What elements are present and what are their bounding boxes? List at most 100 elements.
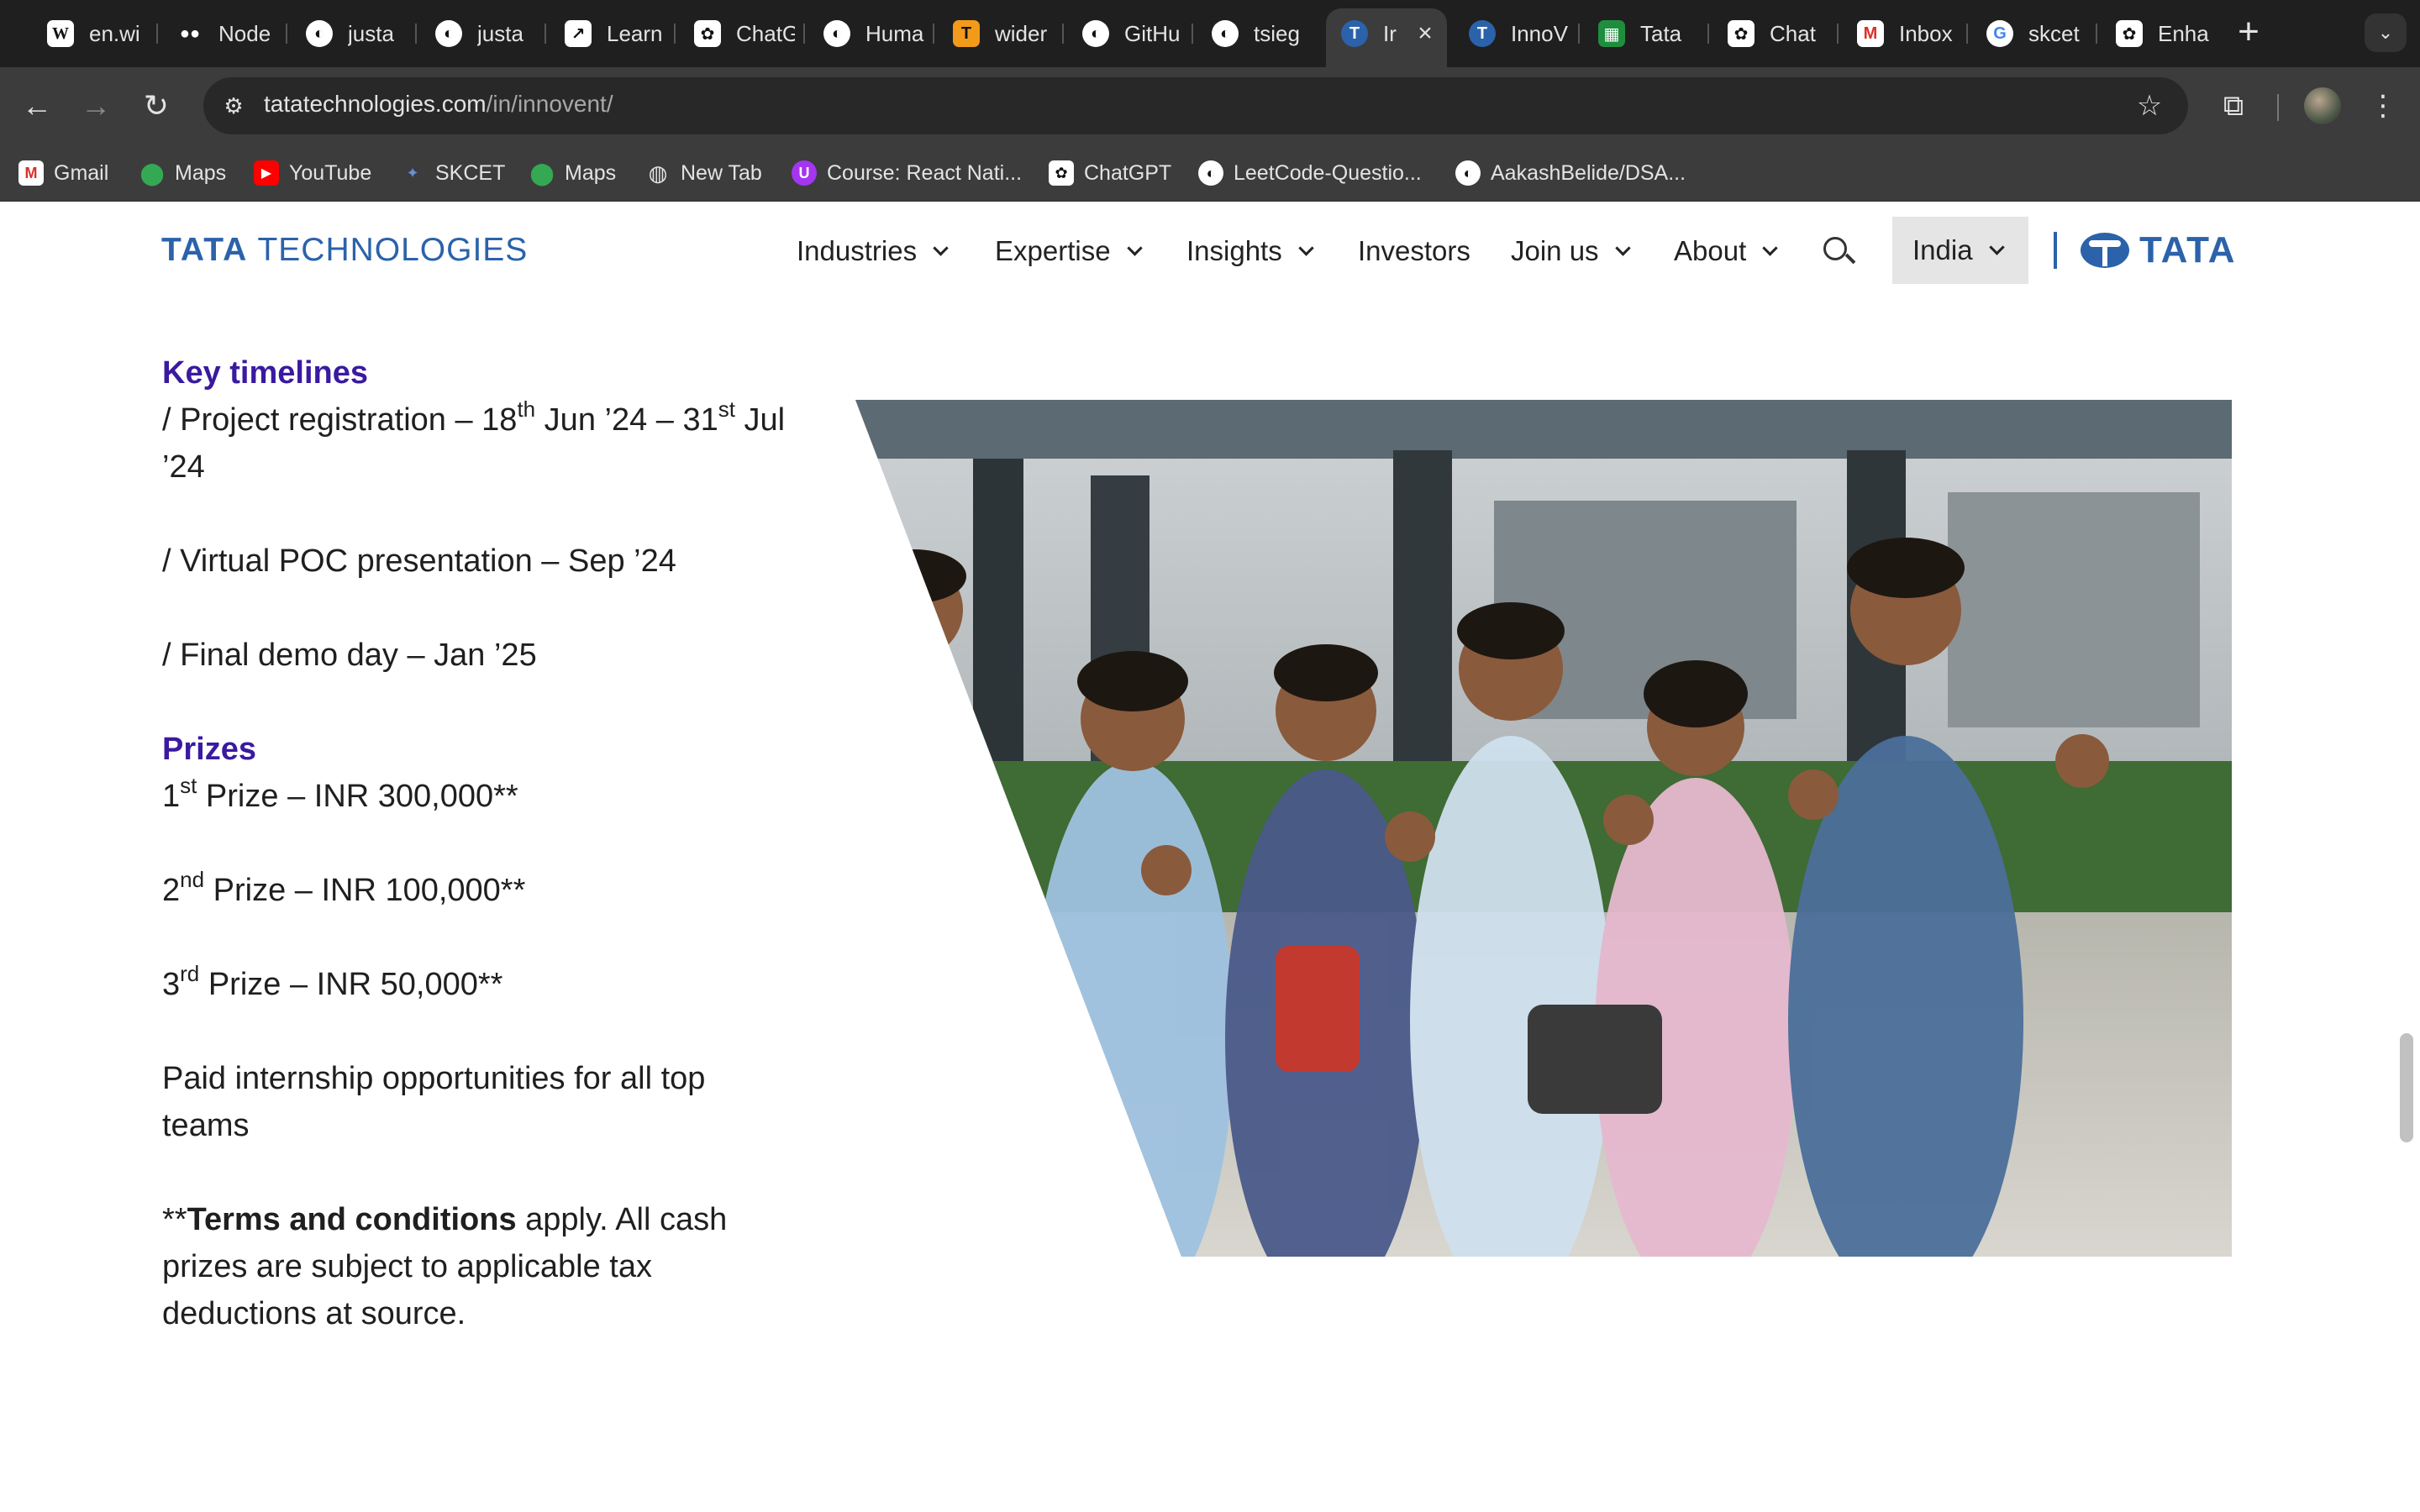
bookmark-react-course[interactable]: U Course: React Nati... — [792, 158, 1022, 188]
tab[interactable]: Twider — [953, 17, 1054, 50]
tab[interactable]: ◐ GitHu — [1082, 17, 1183, 50]
bookmark-skcet[interactable]: ✦ SKCET — [400, 158, 505, 188]
timeline-text: / Project registration – 18 — [162, 402, 518, 438]
bookmark-label: Course: React Nati... — [827, 160, 1023, 185]
bookmark-gmail[interactable]: M Gmail — [18, 158, 108, 188]
tab-separator — [933, 24, 934, 44]
bookmark-star-icon[interactable]: ☆ — [2131, 87, 2168, 124]
tata-logo-text: TATA — [2139, 229, 2237, 270]
students-thumbs-up-photo — [855, 400, 2232, 1257]
forward-arrow-icon[interactable]: → — [72, 82, 119, 129]
more-menu-icon[interactable]: ⋮ — [2360, 82, 2407, 129]
country-selector[interactable]: India — [1892, 217, 2028, 284]
address-bar[interactable]: ⚙ tatatechnologies.com/in/innovent/ ☆ — [203, 77, 2188, 134]
tab-search-chevron-icon[interactable]: ⌄ — [2365, 13, 2407, 52]
page-scrollbar[interactable] — [2400, 1033, 2413, 1142]
tata-logo-icon — [2081, 233, 2129, 268]
nav-expertise[interactable]: Expertise — [995, 235, 1143, 267]
tata-technologies-logo[interactable]: TATA TECHNOLOGIES — [161, 232, 528, 269]
google-icon: G — [1986, 20, 2013, 47]
nav-investors[interactable]: Investors — [1358, 235, 1470, 267]
prize-rank: 3 — [162, 967, 181, 1002]
close-tab-icon[interactable]: × — [1408, 17, 1442, 50]
tab-separator — [2096, 24, 2097, 44]
tab[interactable]: ✿ Chat — [1728, 17, 1828, 50]
nav-label: Investors — [1358, 235, 1470, 266]
tab[interactable]: ●● Node — [176, 17, 277, 50]
bookmark-new-tab[interactable]: ◍ New Tab — [645, 158, 762, 188]
extensions-icon[interactable]: ⧉ — [2210, 82, 2257, 129]
chatgpt-icon: ✿ — [2116, 20, 2143, 47]
bookmark-leetcode[interactable]: ◐ LeetCode-Questio... — [1198, 158, 1422, 188]
nav-insights[interactable]: Insights — [1186, 235, 1314, 267]
terms-and-conditions-link[interactable]: Terms and conditions — [187, 1202, 517, 1237]
chevron-down-icon — [1614, 239, 1631, 256]
nav-label: About — [1674, 235, 1747, 266]
bookmark-label: AakashBelide/DSA... — [1491, 160, 1686, 185]
url-domain: tatatechnologies.com — [264, 91, 487, 117]
tab[interactable]: Wen.wi — [47, 17, 148, 50]
browser-toolbar: ← → ↻ ⚙ tatatechnologies.com/in/innovent… — [0, 67, 2420, 144]
nav-industries[interactable]: Industries — [797, 235, 949, 267]
chevron-down-icon — [1298, 239, 1314, 256]
bookmark-youtube[interactable]: ▶ YouTube — [254, 158, 371, 188]
tab-separator — [1062, 24, 1064, 44]
new-tab-icon[interactable]: + — [2230, 13, 2267, 50]
bookmarks-bar: M Gmail ⬤ Maps ▶ YouTube ✦ SKCET ⬤ Maps ◍ New … — [0, 144, 2420, 202]
tab[interactable]: T InnoV — [1469, 17, 1570, 50]
maps-pin-icon: ⬤ — [139, 160, 165, 186]
bookmark-maps[interactable]: ⬤ Maps — [139, 158, 226, 188]
bookmark-chatgpt[interactable]: ✿ ChatGPT — [1049, 158, 1171, 188]
profile-avatar[interactable] — [2304, 87, 2341, 124]
tab[interactable]: ◐ Huma — [823, 17, 924, 50]
bookmark-label: ChatGPT — [1084, 160, 1172, 185]
nav-join-us[interactable]: Join us — [1511, 235, 1631, 267]
tab-title: Enha — [2158, 20, 2209, 46]
tab-title: Huma — [865, 20, 924, 46]
tab-active[interactable]: T Ir — [1341, 17, 1417, 50]
search-icon[interactable] — [1822, 235, 1856, 269]
tab-title: Chat — [1770, 20, 1816, 46]
nav-label: Expertise — [995, 235, 1111, 266]
medium-icon: ●● — [179, 24, 201, 43]
tab[interactable]: ↗ Learn — [565, 17, 666, 50]
terms-prefix: ** — [162, 1202, 187, 1237]
tab-separator — [1192, 24, 1193, 44]
chevron-down-icon — [1126, 239, 1143, 256]
url-text[interactable]: tatatechnologies.com/in/innovent/ — [264, 91, 613, 118]
site-header: TATA TECHNOLOGIES Industries Expertise I… — [0, 202, 2420, 298]
tab[interactable]: ▦ Tata — [1598, 17, 1699, 50]
tab[interactable]: Gskcet — [1986, 17, 2087, 50]
timeline-registration: / Project registration – 18th Jun ’24 – … — [162, 396, 801, 491]
reload-icon[interactable]: ↻ — [133, 82, 180, 129]
github-icon: ◐ — [1455, 160, 1481, 186]
key-timelines-heading: Key timelines — [162, 355, 368, 391]
tensorflow-icon: T — [953, 20, 980, 47]
tab[interactable]: ◐ tsieg — [1212, 17, 1313, 50]
logo-text: TECHNOLOGIES — [257, 232, 529, 268]
site-settings-icon[interactable]: ⚙ — [217, 89, 250, 123]
prizes-heading: Prizes — [162, 732, 256, 767]
tab[interactable]: ✿ Enha — [2116, 17, 2217, 50]
nav-label: Industries — [797, 235, 918, 266]
nav-about[interactable]: About — [1674, 235, 1778, 267]
bookmark-dsa[interactable]: ◐ AakashBelide/DSA... — [1455, 158, 1686, 188]
web-page: TATA TECHNOLOGIES Industries Expertise I… — [0, 202, 2420, 1512]
tab-title: InnoV — [1511, 20, 1568, 46]
nav-label: Insights — [1186, 235, 1282, 266]
prize-first: 1st Prize – INR 300,000** — [162, 773, 801, 820]
wikipedia-icon: W — [47, 20, 74, 47]
bookmark-maps[interactable]: ⬤ Maps — [529, 158, 616, 188]
tab-title: justa — [477, 20, 523, 46]
tata-group-logo[interactable]: TATA — [2081, 229, 2237, 270]
tab[interactable]: ◐ justa — [306, 17, 407, 50]
tab[interactable]: ✿ ChatG — [694, 17, 795, 50]
chatgpt-icon: ✿ — [694, 20, 721, 47]
back-arrow-icon[interactable]: ← — [13, 82, 60, 129]
tab[interactable]: M Inbox — [1857, 17, 1958, 50]
chart-icon: ↗ — [565, 20, 592, 47]
tab[interactable]: ◐ justa — [435, 17, 536, 50]
skcet-icon: ✦ — [406, 164, 419, 181]
tab-title: Tata — [1640, 20, 1682, 46]
